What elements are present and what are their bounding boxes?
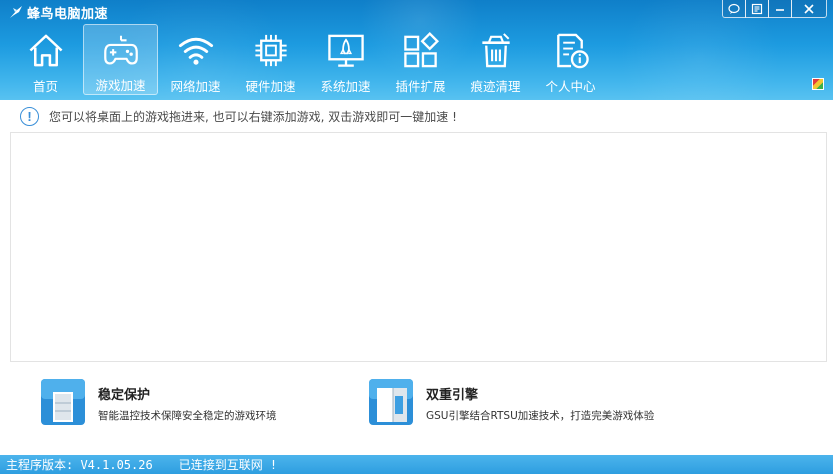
nav-label-system-boost: 系统加速 — [320, 79, 371, 94]
plugins-icon — [403, 31, 439, 68]
window-controls — [722, 0, 827, 18]
close-icon — [804, 3, 814, 14]
header-bar: 蜂鸟电脑加速 首页 游戏加速 网络加速 硬件加速 系统加速 插件扩展 痕迹清理 … — [0, 0, 833, 100]
app-title: 蜂鸟电脑加速 — [8, 3, 109, 22]
nav-label-home: 首页 — [32, 79, 58, 94]
hummingbird-logo-icon — [10, 6, 22, 18]
skin-icon[interactable] — [812, 78, 824, 90]
feature-desc: 智能温控技术保障安全稳定的游戏环境 — [98, 410, 277, 422]
nav-label-trace-clean: 痕迹清理 — [470, 79, 521, 94]
wifi-icon — [178, 37, 213, 65]
nav-item-network-boost[interactable]: 网络加速 — [158, 24, 233, 95]
minimize-button[interactable] — [768, 0, 792, 18]
feedback-button[interactable] — [722, 0, 746, 18]
gamepad-icon — [103, 35, 138, 65]
feedback-icon — [728, 3, 740, 14]
feature-stable-protection: 稳定保护 智能温控技术保障安全稳定的游戏环境 — [40, 378, 277, 426]
menu-icon — [751, 3, 763, 14]
nav-item-game-boost[interactable]: 游戏加速 — [83, 24, 158, 95]
feature-desc: GSU引擎结合RTSU加速技术，打造完美游戏体验 — [426, 410, 655, 422]
nav-label-plugins: 插件扩展 — [395, 79, 446, 94]
feature-title: 双重引擎 — [426, 388, 479, 403]
version-text: 主程序版本: V4.1.05.26 — [6, 458, 153, 472]
user-doc-icon — [556, 33, 589, 69]
info-text: 您可以将桌面上的游戏拖进来, 也可以右键添加游戏, 双击游戏即可一键加速 ! — [49, 109, 457, 124]
nav-item-user-center[interactable]: 个人中心 — [533, 24, 608, 95]
rocket-monitor-icon — [327, 34, 364, 67]
stable-protection-icon — [41, 379, 85, 425]
feature-dual-engine: 双重引擎 GSU引擎结合RTSU加速技术，打造完美游戏体验 — [368, 378, 654, 426]
info-icon: ! — [20, 106, 39, 126]
info-bar: ! 您可以将桌面上的游戏拖进来, 也可以右键添加游戏, 双击游戏即可一键加速 ! — [0, 101, 833, 131]
nav-item-system-boost[interactable]: 系统加速 — [308, 24, 383, 95]
chip-icon — [254, 34, 287, 67]
nav-label-network-boost: 网络加速 — [170, 79, 221, 94]
connection-status: 已连接到互联网 ! — [178, 458, 278, 472]
app-title-text: 蜂鸟电脑加速 — [27, 6, 109, 22]
close-button[interactable] — [791, 0, 827, 18]
game-drop-area[interactable] — [10, 132, 827, 362]
minimize-icon — [776, 8, 784, 11]
trash-icon — [481, 33, 510, 68]
status-bar: 主程序版本: V4.1.05.26 已连接到互联网 ! — [0, 455, 833, 474]
nav-item-plugins[interactable]: 插件扩展 — [383, 24, 458, 95]
nav-item-hardware-boost[interactable]: 硬件加速 — [233, 24, 308, 95]
nav-item-home[interactable]: 首页 — [8, 24, 83, 95]
feature-title: 稳定保护 — [98, 388, 151, 403]
home-icon — [29, 34, 62, 67]
nav-label-game-boost: 游戏加速 — [95, 78, 146, 93]
nav-item-trace-clean[interactable]: 痕迹清理 — [458, 24, 533, 95]
dual-engine-icon — [369, 379, 413, 425]
menu-button[interactable] — [745, 0, 769, 18]
nav-label-user-center: 个人中心 — [545, 79, 596, 94]
main-nav: 首页 游戏加速 网络加速 硬件加速 系统加速 插件扩展 痕迹清理 个人中心 — [8, 24, 608, 95]
nav-label-hardware-boost: 硬件加速 — [245, 79, 296, 94]
